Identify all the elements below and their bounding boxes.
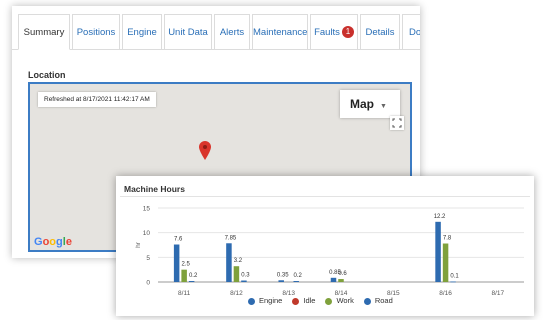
tab-alerts[interactable]: Alerts [214, 14, 250, 49]
legend-item-work[interactable]: Work [325, 296, 354, 305]
bar-work [338, 279, 344, 282]
x-tick-label: 8/17 [492, 290, 505, 297]
legend-swatch [248, 297, 255, 305]
y-tick-label: 5 [146, 255, 150, 262]
data-label: 7.85 [225, 235, 237, 241]
x-tick-label: 8/16 [439, 290, 452, 297]
map-type-dropdown[interactable]: Map ▼ [340, 90, 400, 118]
tab-divider [12, 49, 420, 50]
data-label: 3.2 [234, 258, 243, 264]
tab-documents[interactable]: Docu [402, 14, 420, 49]
bar-road [450, 281, 456, 283]
bar-engine [173, 244, 180, 282]
tab-unit-data[interactable]: Unit Data [164, 14, 212, 49]
tab-label: Alerts [219, 27, 245, 38]
chart-legend: Engine Idle Work Road [248, 296, 403, 305]
legend-label: Engine [259, 296, 283, 305]
tab-label: Maintenance [253, 27, 308, 38]
tab-label: Engine [127, 27, 157, 38]
map-type-label: Map [350, 97, 374, 111]
bar-engine [435, 221, 441, 282]
y-tick-label: 0 [146, 280, 150, 287]
tab-label: Faults [314, 27, 340, 38]
tab-label: Summary [23, 27, 65, 38]
legend-item-road[interactable]: Road [363, 296, 393, 305]
fullscreen-icon[interactable] [390, 116, 404, 130]
machine-hours-chart: 051015hr8/117.62.50.28/127.853.20.38/130… [135, 206, 524, 297]
tab-label: Details [365, 27, 395, 38]
map-pin-icon[interactable] [199, 141, 211, 161]
data-label: 12.2 [434, 214, 446, 220]
legend-label: Idle [303, 296, 316, 305]
data-label: 0.2 [294, 273, 303, 279]
legend-swatch [363, 297, 371, 305]
tab-bar: Summary Positions Engine Unit Data Alert… [12, 6, 420, 50]
legend-label: Work [336, 296, 354, 305]
tab-label: Positions [76, 27, 116, 38]
legend-item-idle[interactable]: Idle [292, 296, 315, 305]
legend-item-engine[interactable]: Engine [248, 296, 282, 305]
data-label: 0.2 [189, 273, 198, 279]
data-label: 0.6 [338, 271, 347, 277]
bar-engine [226, 243, 232, 282]
refreshed-timestamp: Refreshed at 8/17/2021 11:42:17 AM [38, 92, 156, 107]
data-label: 2.5 [181, 262, 190, 268]
bar-work [181, 269, 187, 282]
google-logo: Google [34, 236, 72, 248]
bar-engine [330, 277, 337, 282]
y-tick-label: 10 [143, 230, 151, 237]
faults-count-badge: 1 [341, 26, 354, 39]
x-tick-label: 8/11 [178, 290, 191, 297]
tab-positions[interactable]: Positions [72, 14, 120, 49]
y-tick-label: 15 [143, 206, 151, 213]
legend-label: Road [374, 296, 393, 305]
data-label: 7.8 [443, 236, 452, 242]
chevron-down-icon: ▼ [380, 103, 387, 110]
data-label: 0.1 [450, 274, 459, 280]
machine-hours-card: Machine Hours 0 5 10 15 hr 8/11 7.6 2.5 0.2 8/12 7… [116, 176, 534, 316]
bar-work [233, 266, 240, 282]
tab-label: Unit Data [168, 27, 208, 38]
bar-work [442, 243, 449, 282]
location-title: Location [28, 70, 66, 80]
tab-label: Docu [409, 27, 420, 38]
data-label: 0.3 [241, 273, 250, 279]
y-axis-label: hr [135, 241, 142, 248]
legend-swatch [325, 297, 333, 305]
legend-swatch [292, 297, 300, 305]
tab-summary[interactable]: Summary [18, 14, 70, 50]
bar-road [293, 281, 299, 282]
bar-road [241, 280, 247, 282]
tab-maintenance[interactable]: Maintenance [252, 14, 308, 49]
x-tick-label: 8/12 [230, 290, 243, 297]
bar-road [188, 281, 195, 282]
data-label: 7.6 [174, 237, 183, 243]
tab-faults[interactable]: Faults 1 [310, 14, 358, 49]
data-label: 0.35 [277, 272, 289, 278]
bar-engine [278, 280, 284, 282]
tab-engine[interactable]: Engine [122, 14, 162, 49]
tab-details[interactable]: Details [360, 14, 400, 49]
